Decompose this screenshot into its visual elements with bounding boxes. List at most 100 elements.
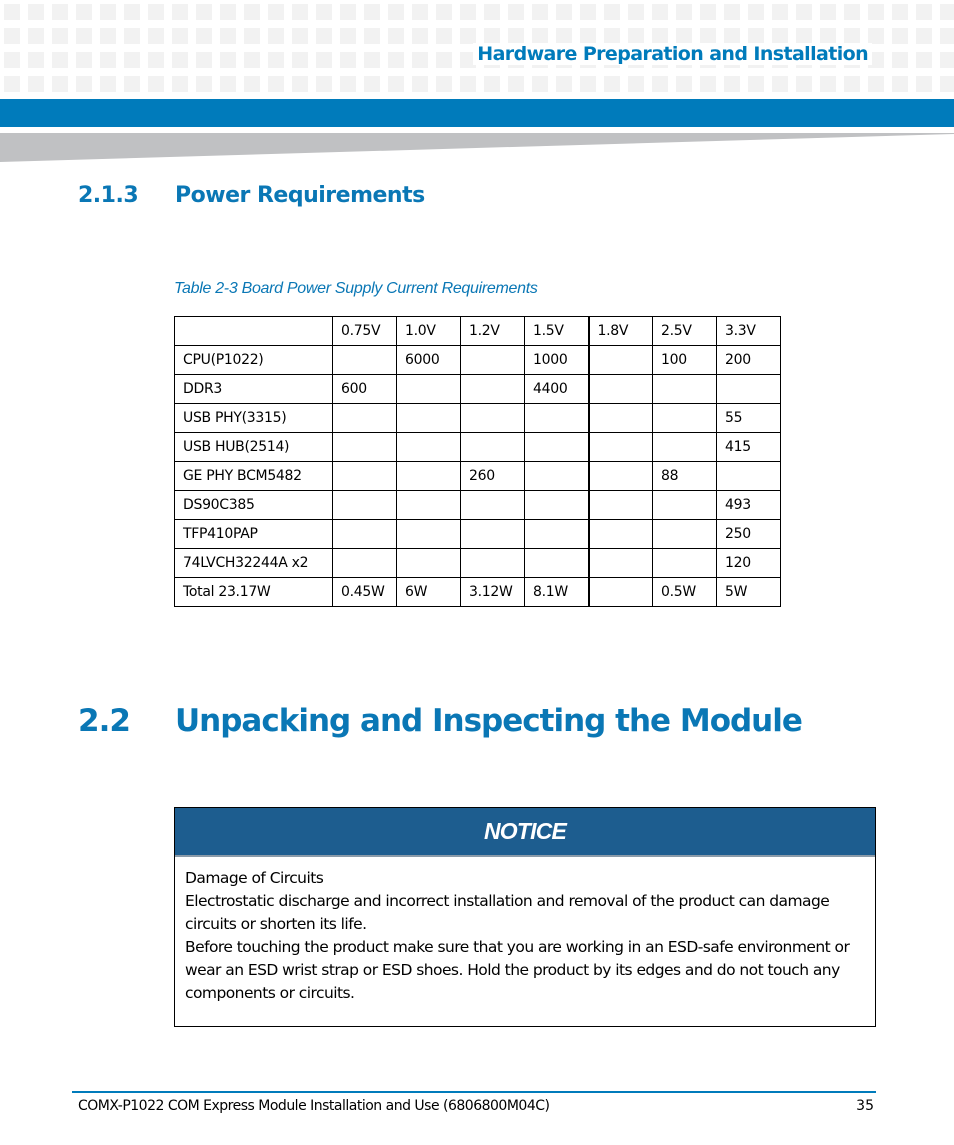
table-cell (652, 490, 717, 520)
table-cell: 8.1W (524, 577, 589, 607)
table-header-cell: 1.2V (460, 316, 525, 346)
pattern-square (4, 28, 20, 44)
table-cell: 250 (716, 519, 781, 549)
pattern-square (700, 76, 716, 92)
pattern-square (316, 28, 332, 44)
table-cell (396, 374, 461, 404)
pattern-square (4, 52, 20, 68)
pattern-square (604, 4, 620, 20)
header-gray-wedge (0, 133, 954, 162)
table-cell: 0.5W (652, 577, 717, 607)
table-cell: 88 (652, 461, 717, 491)
pattern-square (940, 52, 954, 68)
table-cell (716, 374, 781, 404)
pattern-square (628, 28, 644, 44)
table-cell (396, 519, 461, 549)
pattern-square (196, 76, 212, 92)
pattern-square (364, 76, 380, 92)
pattern-square (148, 52, 164, 68)
pattern-square (748, 4, 764, 20)
pattern-square (820, 76, 836, 92)
table-cell (524, 432, 589, 462)
pattern-square (316, 52, 332, 68)
pattern-square (940, 76, 954, 92)
pattern-square (844, 28, 860, 44)
row-label-cell: TFP410PAP (174, 519, 333, 549)
pattern-square (364, 4, 380, 20)
pattern-square (772, 76, 788, 92)
pattern-square (556, 4, 572, 20)
pattern-square (748, 76, 764, 92)
pattern-square (868, 28, 884, 44)
notice-title: Damage of Circuits (185, 869, 324, 887)
notice-header: NOTICE (175, 808, 875, 857)
pattern-square (4, 76, 20, 92)
table-row: 74LVCH32244A x2 120 (174, 548, 781, 578)
table-header-cell: 0.75V (332, 316, 397, 346)
pattern-square (508, 28, 524, 44)
pattern-square (436, 76, 452, 92)
pattern-square (100, 76, 116, 92)
section-number: 2.1.3 (78, 183, 139, 208)
table-cell (332, 461, 397, 491)
pattern-square (220, 4, 236, 20)
table-cell (396, 490, 461, 520)
section-number: 2.2 (78, 703, 131, 739)
pattern-square (100, 4, 116, 20)
table-cell (587, 519, 653, 549)
table-cell (652, 403, 717, 433)
table-cell (587, 403, 653, 433)
footer-rule (72, 1091, 876, 1093)
notice-paragraph: Before touching the product make sure th… (185, 938, 850, 1002)
table-cell (460, 490, 525, 520)
pattern-square (892, 28, 908, 44)
power-requirements-table: 0.75V 1.0V 1.2V 1.5V 1.8V 2.5V 3.3V CPU(P1022) 6… (174, 316, 781, 607)
pattern-square (556, 76, 572, 92)
pattern-square (28, 4, 44, 20)
pattern-square (220, 76, 236, 92)
pattern-square (172, 28, 188, 44)
pattern-square (412, 28, 428, 44)
table-row: CPU(P1022) 6000 1000 100 200 (174, 345, 781, 375)
pattern-square (940, 28, 954, 44)
pattern-square (484, 76, 500, 92)
table-cell: 5W (716, 577, 781, 607)
pattern-square (292, 4, 308, 20)
table-cell: 415 (716, 432, 781, 462)
pattern-square (364, 28, 380, 44)
pattern-square (292, 52, 308, 68)
pattern-square (916, 76, 932, 92)
pattern-square (580, 28, 596, 44)
pattern-square (724, 76, 740, 92)
pattern-square (412, 52, 428, 68)
table-cell (524, 519, 589, 549)
pattern-square (76, 4, 92, 20)
table-cell (524, 403, 589, 433)
pattern-square (52, 52, 68, 68)
table-cell (460, 403, 525, 433)
table-header-cell: 3.3V (716, 316, 781, 346)
pattern-square (292, 28, 308, 44)
table-cell: 493 (716, 490, 781, 520)
pattern-square (916, 4, 932, 20)
table-header-cell: 1.5V (524, 316, 589, 346)
table-row: USB HUB(2514) 415 (174, 432, 781, 462)
pattern-square (532, 76, 548, 92)
pattern-square (868, 76, 884, 92)
pattern-square (388, 4, 404, 20)
notice-paragraph: Electrostatic discharge and incorrect in… (185, 892, 830, 933)
table-cell (460, 548, 525, 578)
table-cell (587, 577, 653, 607)
table-header-row: 0.75V 1.0V 1.2V 1.5V 1.8V 2.5V 3.3V (174, 316, 781, 346)
table-cell: 260 (460, 461, 525, 491)
pattern-square (508, 4, 524, 20)
pattern-square (244, 52, 260, 68)
table-header-cell: 1.8V (587, 316, 653, 346)
table-cell (587, 461, 653, 491)
table-row: USB PHY(3315) 55 (174, 403, 781, 433)
pattern-square (652, 28, 668, 44)
table-cell (524, 461, 589, 491)
table-row: GE PHY BCM5482 260 88 (174, 461, 781, 491)
pattern-square (820, 4, 836, 20)
table-cell (332, 548, 397, 578)
